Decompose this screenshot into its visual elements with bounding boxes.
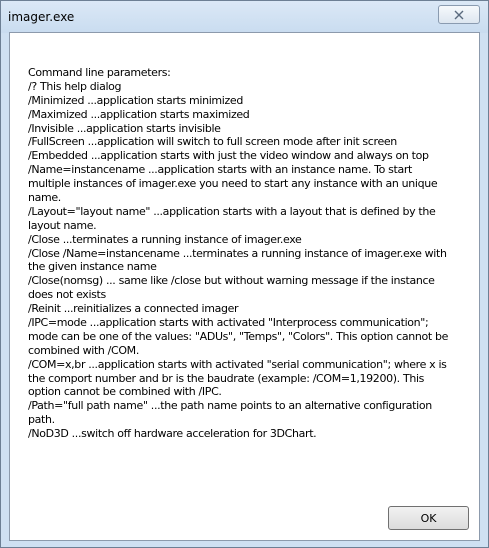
help-line: the comport number and br is the baudrat… (28, 371, 425, 385)
help-line: /Path="full path name" ...the path name … (28, 399, 432, 413)
help-line: /Layout="layout name" ...application sta… (28, 204, 436, 218)
close-icon (454, 10, 464, 19)
help-text: Command line parameters: /? This help di… (28, 66, 476, 441)
help-line: /COM=x,br ...application starts with act… (28, 357, 447, 371)
help-line: path. (28, 413, 55, 427)
help-line: Command line parameters: (28, 66, 171, 79)
close-button[interactable] (438, 5, 480, 24)
help-line: /Close(nomsg) ... same like /close but w… (28, 274, 435, 288)
help-line: /Minimized ...application starts minimiz… (28, 93, 243, 107)
help-line: /Name=instancename ...application starts… (28, 163, 413, 177)
help-line: combined with /COM. (28, 343, 139, 357)
dialog-window: imager.exe Command line parameters: /? T… (0, 0, 489, 548)
help-line: the given instance name (28, 260, 157, 274)
help-line: /Maximized ...application starts maximiz… (28, 107, 250, 121)
help-line: /Close ...terminates a running instance … (28, 232, 302, 246)
help-line: /? This help dialog (28, 79, 122, 93)
help-line: layout name. (28, 218, 97, 232)
ok-button[interactable]: OK (388, 506, 469, 530)
help-line: /Close /Name=instancename ...terminates … (28, 246, 447, 260)
help-line: option cannot be combined with /IPC. (28, 385, 222, 399)
help-line: /Invisible ...application starts invisib… (28, 121, 221, 135)
title-bar[interactable]: imager.exe (1, 1, 488, 33)
help-line: /Embedded ...application starts with jus… (28, 149, 429, 163)
help-line: mode can be one of the values: "ADUs", "… (28, 329, 449, 343)
help-line: multiple instances of imager.exe you nee… (28, 177, 438, 191)
help-line: /IPC=mode ...application starts with act… (28, 316, 429, 330)
dialog-client-area: Command line parameters: /? This help di… (9, 32, 480, 541)
help-line: name. (28, 191, 61, 205)
help-line: /FullScreen ...application will switch t… (28, 135, 397, 149)
window-title: imager.exe (8, 10, 75, 24)
help-line: does not exists (28, 288, 106, 302)
help-line: /Reinit ...reinitializes a connected ima… (28, 302, 239, 316)
help-line: /NoD3D ...switch off hardware accelerati… (28, 427, 317, 441)
